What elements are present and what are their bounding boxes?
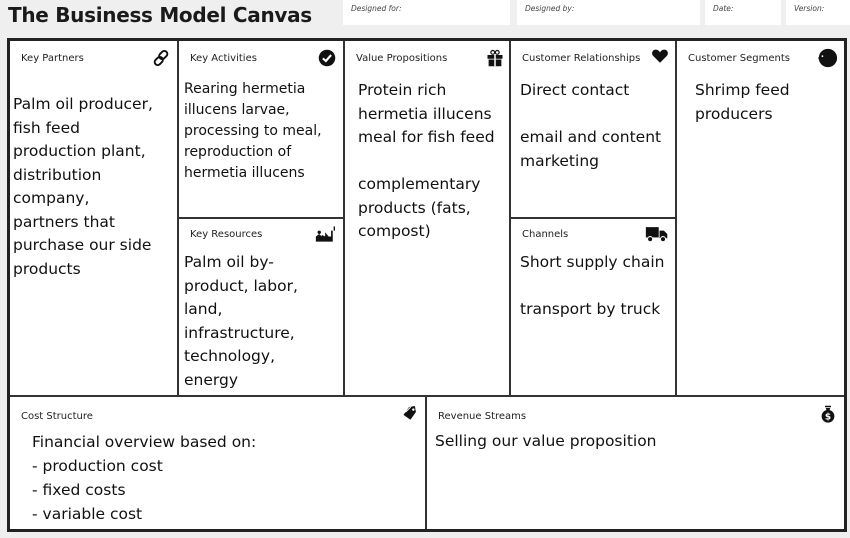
designed-for-field[interactable]: Designed for: [343, 0, 510, 25]
money-bag-icon: $ [821, 405, 835, 423]
page-title: The Business Model Canvas [8, 3, 312, 27]
block-label: Key Resources [190, 229, 263, 240]
block-channels[interactable]: Channels Short supply chain transport by… [511, 219, 675, 395]
block-key-resources[interactable]: Key Resources Palm oil by- product, labo… [179, 219, 343, 395]
head-icon [817, 48, 838, 68]
block-value-propositions[interactable]: Value Propositions Protein rich hermetia… [345, 41, 509, 395]
block-content: Financial overview based on: - productio… [32, 433, 257, 523]
block-cost-structure[interactable]: Cost Structure Financial overview based … [10, 397, 425, 529]
block-content: Short supply chain transport by truck [520, 253, 665, 318]
designed-for-label: Designed for: [351, 4, 402, 13]
price-tag-icon [403, 406, 416, 420]
business-model-canvas: Key Partners Palm oil producer, fish fee… [7, 38, 847, 532]
block-content: Selling our value proposition [435, 432, 657, 450]
block-label: Cost Structure [21, 411, 93, 422]
version-field[interactable]: Version: [786, 0, 850, 25]
block-label: Key Activities [190, 53, 257, 64]
link-icon [153, 49, 169, 67]
block-key-activities[interactable]: Key Activities Rearing hermetia illucens… [179, 41, 343, 217]
block-label: Revenue Streams [438, 411, 527, 422]
designed-by-field[interactable]: Designed by: [517, 0, 700, 25]
block-key-partners[interactable]: Key Partners Palm oil producer, fish fee… [10, 41, 177, 395]
block-label: Value Propositions [356, 53, 448, 64]
block-content: Palm oil producer, fish feed production … [13, 95, 153, 278]
block-revenue-streams[interactable]: Revenue Streams $ Selling our value prop… [427, 397, 844, 529]
heart-icon [652, 49, 668, 63]
block-content: Rearing hermetia illucens larvae, proces… [184, 81, 322, 181]
block-customer-relationships[interactable]: Customer Relationships Direct contact em… [511, 41, 675, 217]
checkmark-icon [318, 49, 336, 67]
truck-icon [645, 227, 668, 243]
block-label: Customer Segments [688, 53, 790, 64]
block-content: Palm oil by- product, labor, land, infra… [184, 253, 298, 389]
block-content: Shrimp feed producers [695, 81, 790, 123]
block-content: Protein rich hermetia illucens meal for … [358, 81, 495, 240]
date-field[interactable]: Date: [705, 0, 781, 25]
svg-text:$: $ [825, 413, 831, 423]
block-label: Key Partners [21, 53, 84, 64]
block-label: Customer Relationships [522, 53, 641, 64]
version-label: Version: [794, 4, 825, 13]
factory-icon [315, 226, 335, 242]
gift-icon [487, 49, 503, 67]
block-label: Channels [522, 229, 569, 240]
block-customer-segments[interactable]: Customer Segments Shrimp feed producers [677, 41, 844, 395]
designed-by-label: Designed by: [525, 4, 575, 13]
date-label: Date: [713, 4, 734, 13]
block-content: Direct contact email and content marketi… [520, 81, 662, 170]
